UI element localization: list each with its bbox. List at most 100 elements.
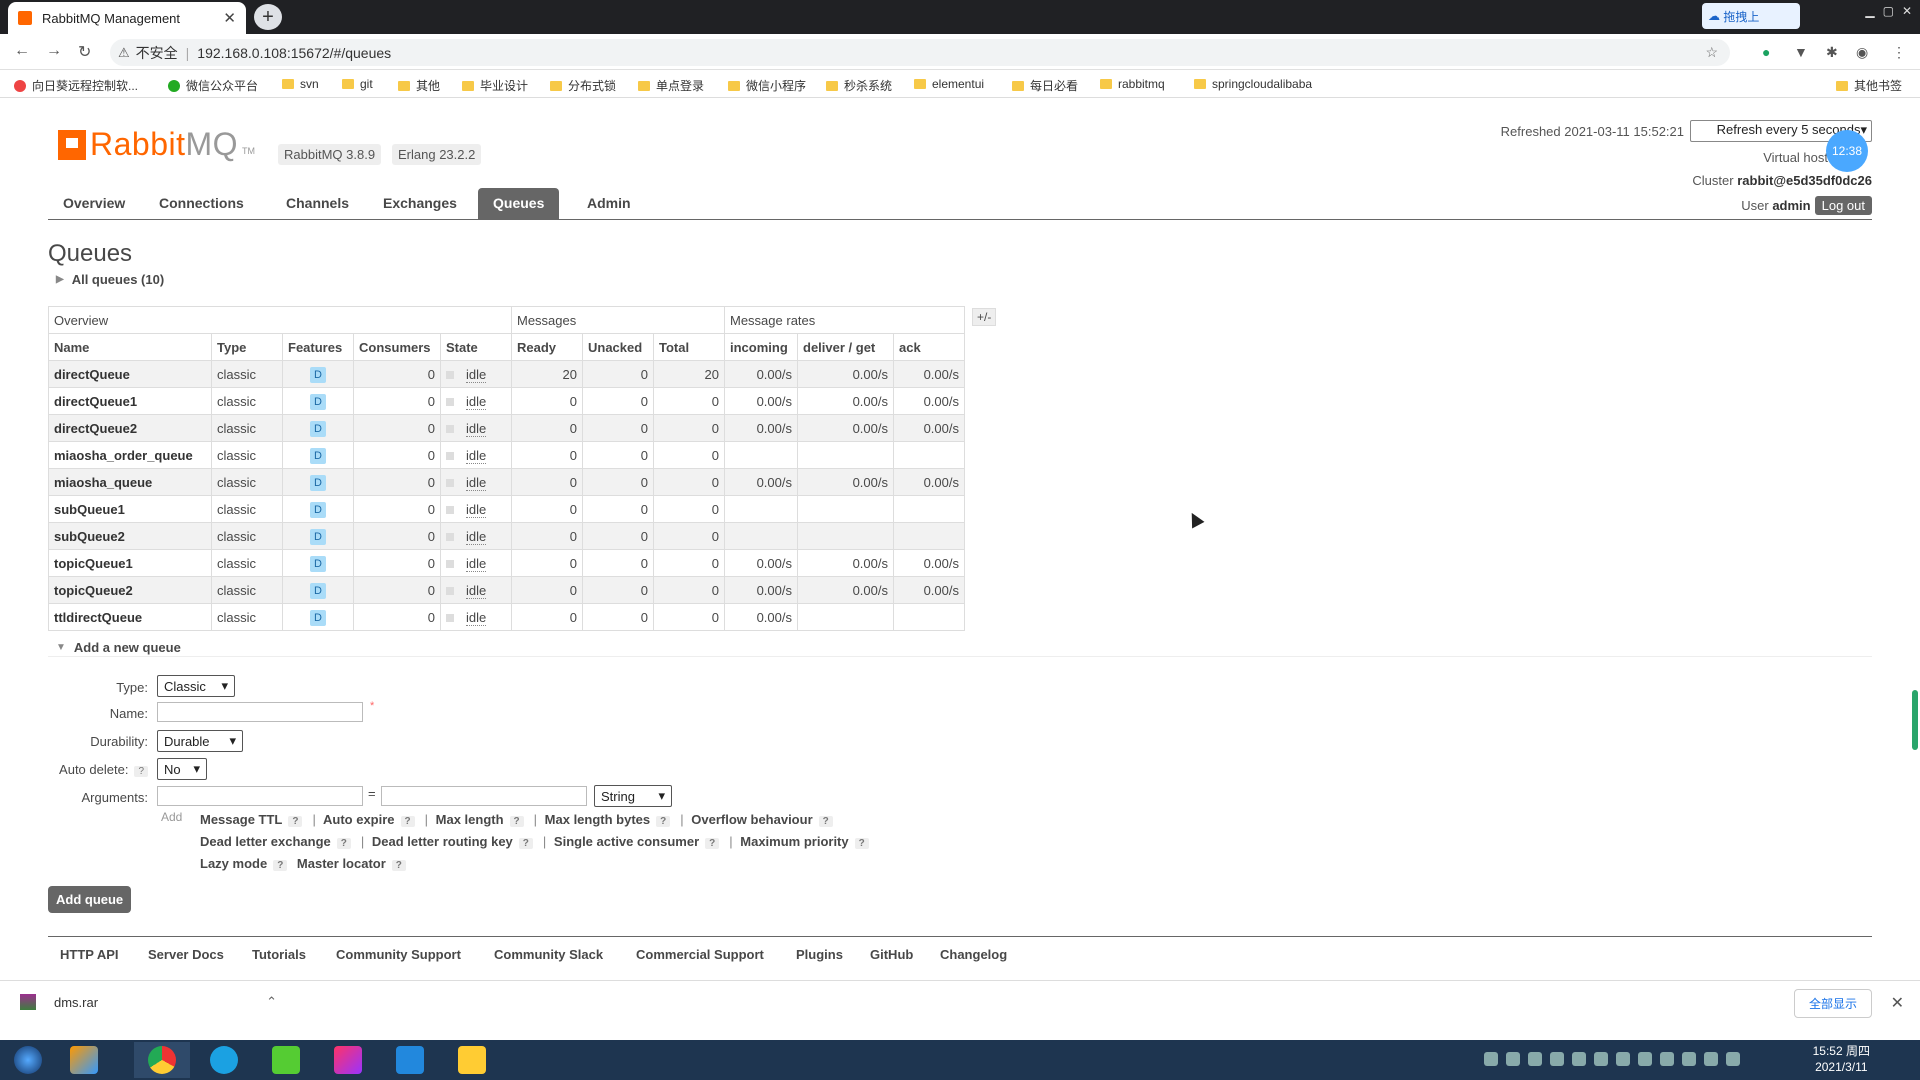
column-header-name[interactable]: Name <box>48 333 212 361</box>
close-window-icon[interactable]: ✕ <box>1902 4 1912 18</box>
bookmark-star-icon[interactable]: ☆ <box>1705 44 1718 61</box>
extension-shield-icon[interactable]: ● <box>1762 44 1770 60</box>
column-header-state[interactable]: State <box>440 333 512 361</box>
extension-filter-icon[interactable]: ▼ <box>1794 44 1808 60</box>
queue-feature-durable-badge[interactable]: D <box>310 420 326 437</box>
arg-message-ttl[interactable]: Message TTL <box>200 812 282 827</box>
tab-queues[interactable]: Queues <box>478 188 560 219</box>
arg-max-length[interactable]: Max length <box>436 812 504 827</box>
queue-name[interactable]: directQueue <box>54 367 130 382</box>
queue-name[interactable]: directQueue1 <box>54 394 137 409</box>
queue-feature-durable-badge[interactable]: D <box>310 447 326 464</box>
help-icon[interactable]: ? <box>273 860 288 871</box>
help-icon[interactable]: ? <box>336 838 351 849</box>
queue-feature-durable-badge[interactable]: D <box>310 555 326 572</box>
tray-icon[interactable] <box>1682 1052 1696 1066</box>
add-queue-toggle[interactable]: ▼ Add a new queue <box>56 640 181 655</box>
tray-icon[interactable] <box>1550 1052 1564 1066</box>
close-tab-icon[interactable]: ✕ <box>223 9 236 27</box>
tray-icon[interactable] <box>1638 1052 1652 1066</box>
minimize-icon[interactable]: ▁ <box>1865 4 1874 18</box>
bookmark-folder[interactable]: 其他 <box>398 77 440 94</box>
footer-http-api[interactable]: HTTP API <box>60 947 119 962</box>
column-options-button[interactable]: +/- <box>972 308 997 326</box>
queue-type-select[interactable]: Classic ▾ <box>157 675 235 697</box>
taskbar-app-markdown[interactable] <box>382 1042 438 1078</box>
arg-auto-expire[interactable]: Auto expire <box>323 812 395 827</box>
arg-master-locator[interactable]: Master locator <box>297 856 386 871</box>
queue-name[interactable]: ttldirectQueue <box>54 610 142 625</box>
table-row[interactable]: directQueue2 classic D 0 idle 0 0 0 0.00/s 0.00/s… <box>48 414 965 442</box>
queue-feature-durable-badge[interactable]: D <box>310 609 326 626</box>
help-icon[interactable]: ? <box>656 816 671 827</box>
bookmark-folder[interactable]: 秒杀系统 <box>826 77 892 94</box>
arg-lazy-mode[interactable]: Lazy mode <box>200 856 267 871</box>
table-row[interactable]: topicQueue2 classic D 0 idle 0 0 0 0.00/s 0.00/s 0… <box>48 576 965 604</box>
all-queues-toggle[interactable]: ▶ All queues (10) <box>56 272 164 287</box>
help-icon[interactable]: ? <box>400 816 415 827</box>
argument-type-select[interactable]: String ▾ <box>594 785 672 807</box>
table-row[interactable]: directQueue1 classic D 0 idle 0 0 0 0.00/s 0.00/s… <box>48 387 965 415</box>
bookmark-folder[interactable]: 微信小程序 <box>728 77 806 94</box>
address-bar[interactable]: ⚠ 不安全 | 192.168.0.108:15672/#/queues ☆ <box>110 39 1730 66</box>
bookmark-item[interactable]: 向日葵远程控制软... <box>14 77 138 94</box>
tab-overview[interactable]: Overview <box>48 188 140 219</box>
column-header-type[interactable]: Type <box>211 333 283 361</box>
queue-name[interactable]: topicQueue2 <box>54 583 133 598</box>
show-all-downloads-button[interactable]: 全部显示 <box>1793 989 1872 1018</box>
column-header-total[interactable]: Total <box>653 333 725 361</box>
queue-name[interactable]: topicQueue1 <box>54 556 133 571</box>
bookmark-folder[interactable]: 毕业设计 <box>462 77 528 94</box>
queue-name[interactable]: subQueue1 <box>54 502 125 517</box>
help-icon[interactable]: ? <box>509 816 524 827</box>
tab-channels[interactable]: Channels <box>271 188 364 219</box>
column-header-consumers[interactable]: Consumers <box>353 333 441 361</box>
reload-icon[interactable]: ↻ <box>78 42 91 62</box>
column-header-ack[interactable]: ack <box>893 333 965 361</box>
tray-icon[interactable] <box>1704 1052 1718 1066</box>
other-bookmarks-folder[interactable]: 其他书签 <box>1836 77 1902 94</box>
help-icon[interactable]: ? <box>391 860 406 871</box>
bookmark-folder[interactable]: rabbitmq <box>1100 77 1165 91</box>
table-row[interactable]: subQueue2 classic D 0 idle 0 0 0 <box>48 522 965 550</box>
taskbar-app-editor[interactable] <box>258 1042 314 1078</box>
durability-select[interactable]: Durable ▾ <box>157 730 243 752</box>
arg-dead-letter-exchange[interactable]: Dead letter exchange <box>200 834 331 849</box>
maximize-icon[interactable]: ▢ <box>1883 4 1894 18</box>
tray-icon[interactable] <box>1572 1052 1586 1066</box>
bookmark-folder[interactable]: elementui <box>914 77 984 91</box>
argument-value-input[interactable] <box>381 786 587 806</box>
table-row[interactable]: directQueue classic D 0 idle 20 0 20 0.00/s 0.00/… <box>48 360 965 388</box>
column-header-deliver-get[interactable]: deliver / get <box>797 333 894 361</box>
column-header-incoming[interactable]: incoming <box>724 333 798 361</box>
taskbar-app-intellij[interactable] <box>320 1042 376 1078</box>
argument-key-input[interactable] <box>157 786 363 806</box>
new-tab-button[interactable]: + <box>254 4 282 30</box>
auto-delete-select[interactable]: No ▾ <box>157 758 207 780</box>
arg-dead-letter-routing-key[interactable]: Dead letter routing key <box>372 834 513 849</box>
table-row[interactable]: subQueue1 classic D 0 idle 0 0 0 <box>48 495 965 523</box>
taskbar-app-explorer[interactable] <box>444 1042 500 1078</box>
close-download-bar-icon[interactable]: ✕ <box>1891 993 1904 1013</box>
footer-commercial-support[interactable]: Commercial Support <box>636 947 764 962</box>
cloud-upload-widget[interactable]: ☁ 拖拽上 <box>1702 3 1800 29</box>
forward-icon[interactable]: → <box>46 42 62 60</box>
help-icon[interactable]: ? <box>134 766 148 777</box>
column-header-ready[interactable]: Ready <box>511 333 583 361</box>
bookmark-folder[interactable]: svn <box>282 77 319 91</box>
tray-icon[interactable] <box>1660 1052 1674 1066</box>
queue-feature-durable-badge[interactable]: D <box>310 501 326 518</box>
profile-avatar-icon[interactable]: ◉ <box>1856 44 1868 61</box>
queue-feature-durable-badge[interactable]: D <box>310 393 326 410</box>
bookmark-folder[interactable]: 单点登录 <box>638 77 704 94</box>
table-row[interactable]: topicQueue1 classic D 0 idle 0 0 0 0.00/s 0.00/s 0… <box>48 549 965 577</box>
footer-tutorials[interactable]: Tutorials <box>252 947 306 962</box>
table-row[interactable]: miaosha_order_queue classic D 0 idle 0 0 0 <box>48 441 965 469</box>
bookmark-folder[interactable]: springcloudalibaba <box>1194 77 1312 91</box>
footer-server-docs[interactable]: Server Docs <box>148 947 224 962</box>
queue-name[interactable]: miaosha_queue <box>54 475 152 490</box>
tray-icon[interactable] <box>1528 1052 1542 1066</box>
tab-admin[interactable]: Admin <box>572 188 646 219</box>
help-icon[interactable]: ? <box>854 838 869 849</box>
queue-feature-durable-badge[interactable]: D <box>310 582 326 599</box>
